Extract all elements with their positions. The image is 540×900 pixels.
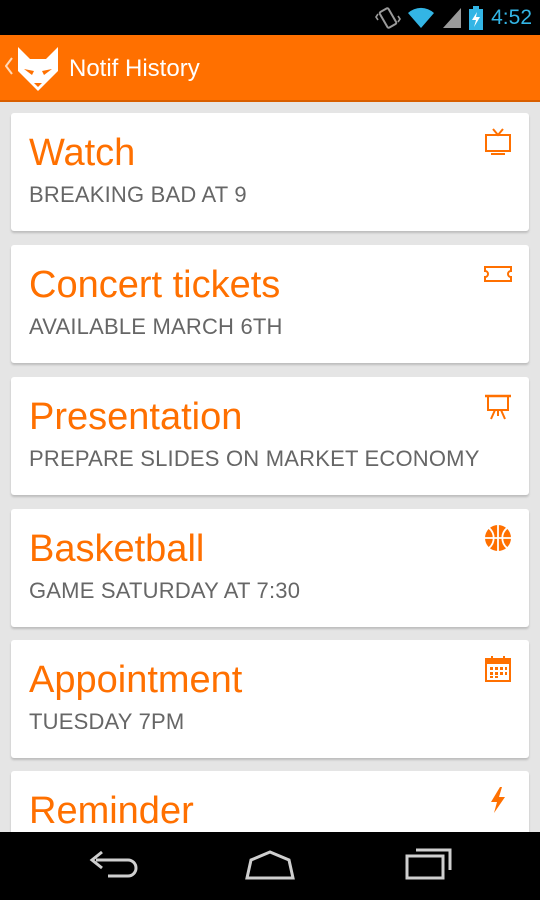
calendar-icon bbox=[485, 656, 511, 682]
notification-card-presentation[interactable]: Presentation PREPARE SLIDES ON MARKET EC… bbox=[11, 377, 529, 495]
notification-subtitle: BREAKING BAD AT 9 bbox=[29, 182, 247, 207]
navigation-bar bbox=[0, 832, 540, 900]
notification-title: Reminder bbox=[29, 790, 194, 832]
notification-card-watch[interactable]: Watch BREAKING BAD AT 9 bbox=[11, 113, 529, 231]
notification-subtitle: GAME SATURDAY AT 7:30 bbox=[29, 578, 301, 603]
wifi-icon bbox=[408, 7, 435, 28]
notification-title: Concert tickets bbox=[29, 264, 281, 306]
notification-list[interactable]: Watch BREAKING BAD AT 9 Concert tickets … bbox=[0, 102, 540, 832]
notification-subtitle: PREPARE SLIDES ON MARKET ECONOMY bbox=[29, 446, 480, 471]
notification-card-basketball[interactable]: Basketball GAME SATURDAY AT 7:30 bbox=[11, 509, 529, 627]
basketball-icon bbox=[485, 525, 511, 551]
notification-card-concert-tickets[interactable]: Concert tickets AVAILABLE MARCH 6TH bbox=[11, 245, 529, 363]
ticket-icon bbox=[484, 266, 512, 282]
status-bar: 4:52 bbox=[0, 0, 540, 35]
signal-icon bbox=[443, 7, 462, 28]
vibrate-icon bbox=[375, 6, 402, 29]
app-title: Notif History bbox=[69, 55, 200, 82]
notification-title: Watch bbox=[29, 132, 136, 174]
battery-charging-icon bbox=[469, 5, 484, 30]
notification-title: Presentation bbox=[29, 396, 243, 438]
presentation-icon bbox=[485, 394, 511, 420]
back-icon[interactable] bbox=[88, 846, 138, 882]
notification-title: Basketball bbox=[29, 528, 205, 570]
up-caret-icon[interactable] bbox=[5, 57, 13, 75]
home-icon[interactable] bbox=[243, 846, 297, 882]
notification-card-appointment[interactable]: Appointment TUESDAY 7PM bbox=[11, 640, 529, 758]
status-icons: 4:52 bbox=[375, 0, 532, 35]
notification-subtitle: TUESDAY 7PM bbox=[29, 709, 185, 734]
notification-title: Appointment bbox=[29, 659, 243, 701]
notification-card-reminder[interactable]: Reminder bbox=[11, 771, 529, 832]
tv-icon bbox=[485, 128, 511, 155]
lightning-icon bbox=[491, 787, 505, 813]
action-bar: Notif History bbox=[0, 35, 540, 102]
notification-subtitle: AVAILABLE MARCH 6TH bbox=[29, 314, 283, 339]
fox-logo-icon[interactable] bbox=[14, 45, 62, 93]
status-time: 4:52 bbox=[491, 5, 532, 29]
recents-icon[interactable] bbox=[404, 846, 454, 882]
